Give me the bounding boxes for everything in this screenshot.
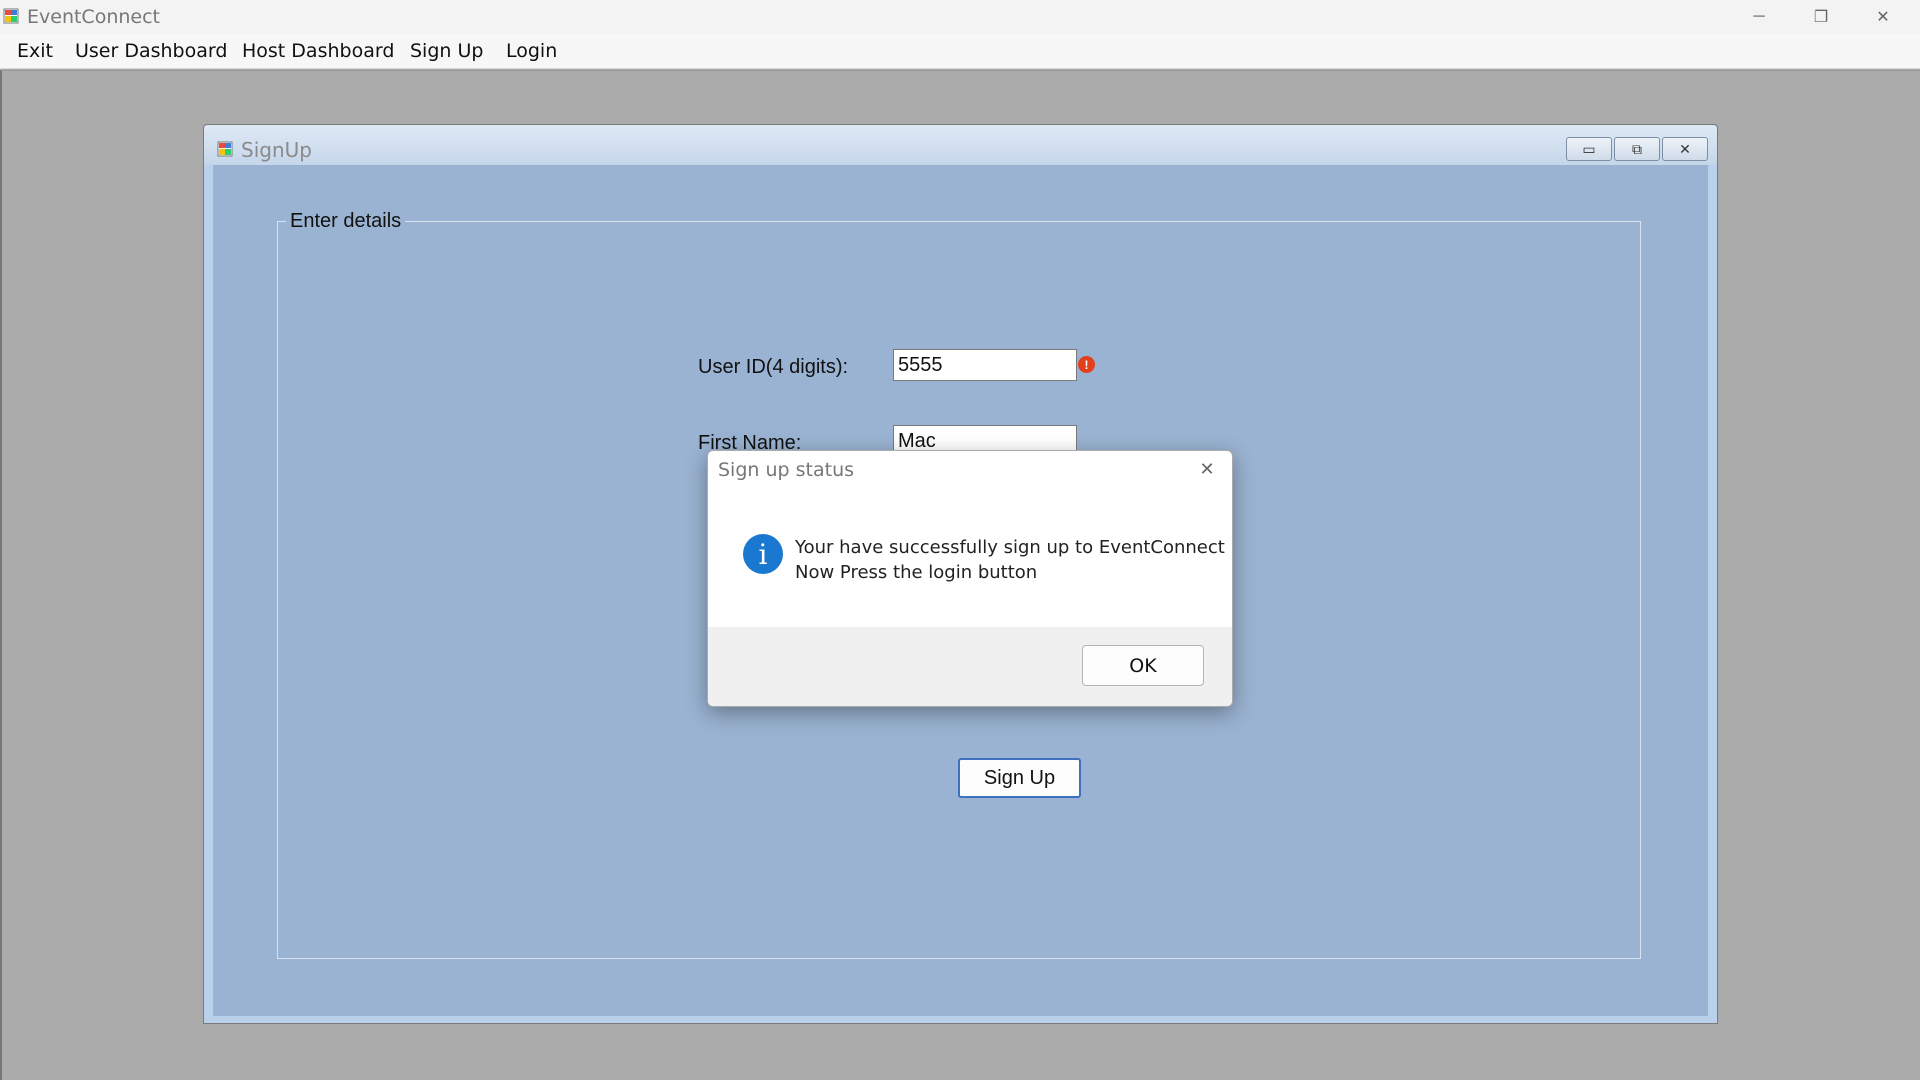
app-titlebar: EventConnect ─ ❐ ✕	[0, 0, 1920, 33]
ok-button[interactable]: OK	[1082, 645, 1204, 686]
menu-host-dashboard[interactable]: Host Dashboard	[242, 40, 394, 62]
form-icon	[217, 141, 233, 157]
info-icon: i	[743, 534, 783, 574]
error-icon: !	[1078, 356, 1095, 373]
app-window-icon	[3, 8, 19, 24]
child-restore-button[interactable]: ⧉	[1614, 137, 1660, 161]
dialog-message-line2: Now Press the login button	[795, 562, 1038, 583]
menu-sign-up[interactable]: Sign Up	[410, 40, 483, 62]
sign-up-status-dialog: Sign up status ✕ i Your have successfull…	[707, 450, 1233, 707]
dialog-title: Sign up status	[718, 459, 855, 481]
restore-button[interactable]: ❐	[1790, 0, 1852, 33]
minimize-button[interactable]: ─	[1728, 0, 1790, 33]
child-minimize-button[interactable]: ▭	[1566, 137, 1612, 161]
signup-window-titlebar[interactable]: SignUp ▭ ⧉ ✕	[204, 125, 1717, 165]
user-id-label: User ID(4 digits):	[698, 356, 849, 378]
dialog-close-button[interactable]: ✕	[1192, 457, 1222, 481]
groupbox-title: Enter details	[286, 210, 406, 233]
app-title: EventConnect	[27, 6, 160, 28]
menu-user-dashboard[interactable]: User Dashboard	[75, 40, 227, 62]
menu-login[interactable]: Login	[506, 40, 557, 62]
user-id-input[interactable]	[893, 349, 1077, 381]
child-close-button[interactable]: ✕	[1662, 137, 1708, 161]
dialog-footer: OK	[708, 627, 1232, 706]
close-button[interactable]: ✕	[1852, 0, 1914, 33]
signup-window-title: SignUp	[241, 138, 312, 162]
menu-exit[interactable]: Exit	[17, 40, 53, 62]
menu-bar: Exit User Dashboard Host Dashboard Sign …	[0, 33, 1920, 69]
dialog-message-line1: Your have successfully sign up to EventC…	[795, 537, 1225, 558]
sign-up-button[interactable]: Sign Up	[958, 758, 1081, 798]
